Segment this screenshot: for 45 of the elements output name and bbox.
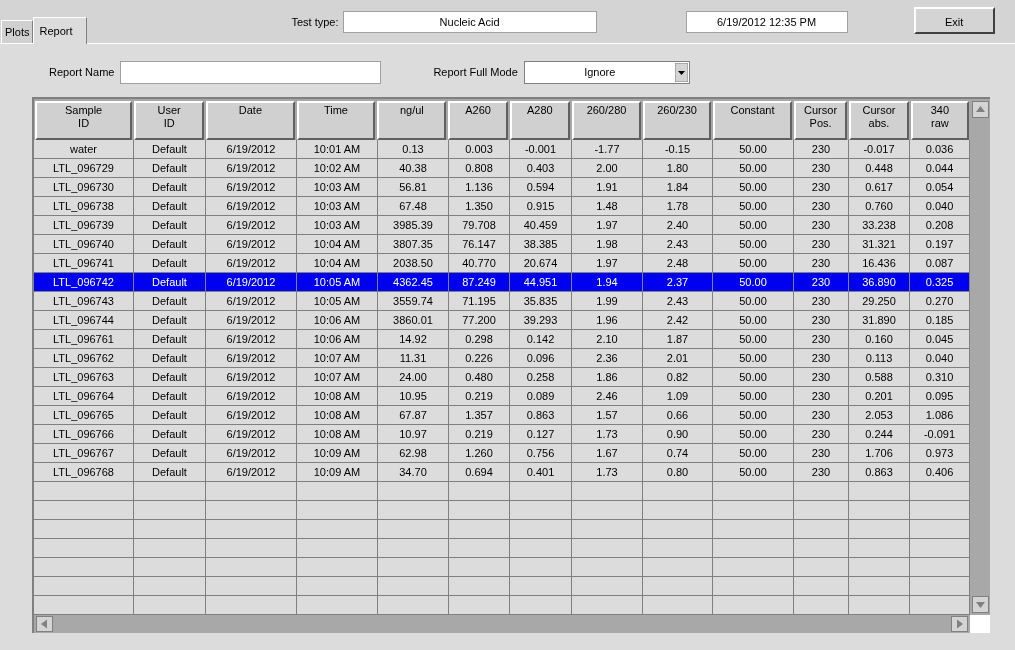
vertical-scrollbar[interactable] — [970, 99, 990, 615]
table-row[interactable]: LTL_096761 Default 6/19/2012 10:06 AM 14.92 0.298 0.142 2.10 1.87 50.00 230 0.160 0.045 — [34, 330, 970, 349]
column-header[interactable]: A280 — [509, 101, 570, 140]
horizontal-scrollbar[interactable] — [34, 615, 970, 633]
dropdown-arrow-icon — [674, 62, 688, 82]
column-header[interactable]: 260/280 — [572, 101, 642, 140]
table-row[interactable]: LTL_096730 Default 6/19/2012 10:03 AM 56.81 1.136 0.594 1.91 1.84 50.00 230 0.617 0.054 — [34, 178, 970, 197]
tab[interactable]: Report — [33, 17, 88, 44]
column-header[interactable]: ng/ul — [377, 101, 447, 140]
table-row[interactable]: LTL_096742 Default 6/19/2012 10:05 AM 4362.45 87.249 44.951 1.94 2.37 50.00 230 36.890 0.325 — [34, 273, 970, 292]
table-row[interactable]: LTL_096764 Default 6/19/2012 10:08 AM 10.95 0.219 0.089 2.46 1.09 50.00 230 0.201 0.095 — [34, 387, 970, 406]
table-row[interactable]: LTL_096744 Default 6/19/2012 10:06 AM 3860.01 77.200 39.293 1.96 2.42 50.00 230 31.890 0.185 — [34, 311, 970, 330]
table-row[interactable]: LTL_096743 Default 6/19/2012 10:05 AM 3559.74 71.195 35.835 1.99 2.43 50.00 230 29.250 0.270 — [34, 292, 970, 311]
table-row[interactable]: LTL_096763 Default 6/19/2012 10:07 AM 24.00 0.480 0.258 1.86 0.82 50.00 230 0.588 0.310 — [34, 368, 970, 387]
table-row[interactable]: LTL_096768 Default 6/19/2012 10:09 AM 34.70 0.694 0.401 1.73 0.80 50.00 230 0.863 0.406 — [34, 463, 970, 482]
table-row[interactable]: LTL_096739 Default 6/19/2012 10:03 AM 3985.39 79.708 40.459 1.97 2.40 50.00 230 33.238 0.208 — [34, 216, 970, 235]
report-name-field[interactable] — [120, 60, 382, 84]
column-header[interactable]: 260/230 — [643, 101, 712, 140]
table-row[interactable]: LTL_096729 Default 6/19/2012 10:02 AM 40.38 0.808 0.403 2.00 1.80 50.00 230 0.448 0.044 — [34, 159, 970, 178]
scrollbar-corner — [970, 615, 990, 633]
table-row[interactable]: LTL_096762 Default 6/19/2012 10:07 AM 11.31 0.226 0.096 2.36 2.01 50.00 230 0.113 0.040 — [34, 349, 970, 368]
column-header[interactable]: A260 — [448, 101, 508, 140]
column-header[interactable]: User ID — [134, 101, 205, 140]
exit-button[interactable]: Exit — [913, 7, 995, 34]
table-row[interactable]: LTL_096738 Default 6/19/2012 10:03 AM 67.48 1.350 0.915 1.48 1.78 50.00 230 0.760 0.040 — [34, 197, 970, 216]
table-row[interactable]: LTL_096740 Default 6/19/2012 10:04 AM 3807.35 76.147 38.385 1.98 2.43 50.00 230 31.321 0.197 — [34, 235, 970, 254]
report-full-mode-label: Report Full Mode — [433, 64, 518, 80]
table-row[interactable]: water Default 6/19/2012 10:01 AM 0.13 0.003 -0.001 -1.77 -0.15 50.00 230 -0.017 0.036 — [34, 140, 970, 159]
column-header[interactable]: 340 raw — [910, 101, 969, 140]
tab[interactable]: Plots — [1, 20, 34, 43]
column-header[interactable]: Time — [296, 101, 376, 140]
test-type-label: Test type: — [291, 14, 339, 30]
date-time-display: 6/19/2012 12:35 PM — [685, 11, 848, 33]
column-header[interactable]: Date — [206, 101, 295, 140]
report-full-mode-dropdown[interactable]: Ignore — [523, 60, 690, 84]
table-row[interactable]: LTL_096766 Default 6/19/2012 10:08 AM 10.97 0.219 0.127 1.73 0.90 50.00 230 0.244 -0.091 — [34, 425, 970, 444]
column-header[interactable]: Cursor Pos. — [793, 101, 848, 140]
column-header[interactable]: Constant — [713, 101, 792, 140]
column-header[interactable]: Cursor abs. — [849, 101, 909, 140]
table-row[interactable]: LTL_096767 Default 6/19/2012 10:09 AM 62.98 1.260 0.756 1.67 0.74 50.00 230 1.706 0.973 — [34, 444, 970, 463]
test-type-field: Nucleic Acid — [342, 11, 597, 33]
table-row[interactable]: LTL_096741 Default 6/19/2012 10:04 AM 2038.50 40.770 20.674 1.97 2.48 50.00 230 16.436 0.087 — [34, 254, 970, 273]
table-row[interactable]: LTL_096765 Default 6/19/2012 10:08 AM 67.87 1.357 0.863 1.57 0.66 50.00 230 2.053 1.086 — [34, 406, 970, 425]
report-name-label: Report Name — [49, 64, 115, 80]
column-header[interactable]: Sample ID — [35, 101, 133, 140]
